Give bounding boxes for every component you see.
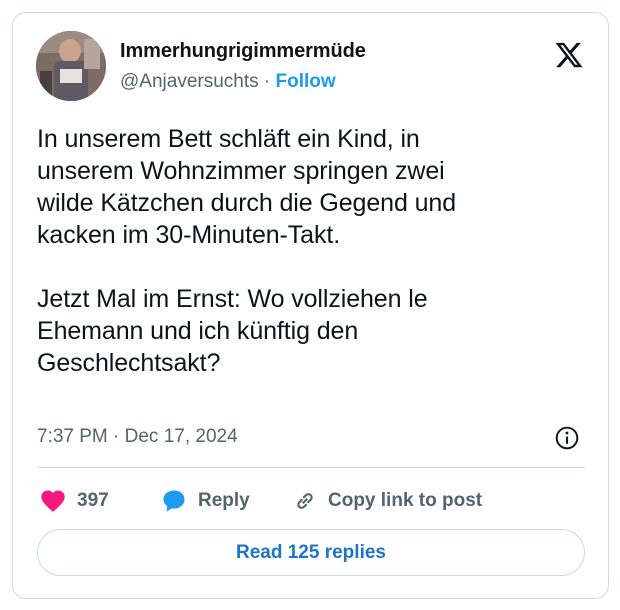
- link-icon: [297, 493, 313, 509]
- author-display-name[interactable]: Immerhungrigimmermüde: [120, 40, 366, 63]
- follow-button[interactable]: Follow: [276, 71, 336, 92]
- avatar-image: [36, 31, 106, 101]
- copy-link-label: Copy link to post: [328, 490, 483, 511]
- read-replies-button[interactable]: Read 125 replies: [37, 529, 585, 576]
- tweet-text: In unserem Bett schläft ein Kind, in uns…: [37, 123, 597, 379]
- tweet-line: kacken im 30-Minuten-Takt.: [37, 221, 341, 249]
- copy-link-button[interactable]: Copy link to post: [292, 481, 482, 521]
- like-count: 397: [77, 490, 109, 511]
- tweet-timestamp[interactable]: 7:37 PM · Dec 17, 2024: [37, 426, 238, 448]
- reply-bubble-icon: [163, 490, 185, 512]
- tweet-card: Immerhungrigimmermüde @Anjaversuchts · F…: [12, 12, 609, 599]
- avatar[interactable]: [36, 31, 106, 101]
- x-logo-icon[interactable]: [554, 40, 584, 70]
- tweet-line: Jetzt Mal im Ernst: Wo vollziehen le: [37, 285, 428, 313]
- tweet-line: In unserem Bett schläft ein Kind, in: [37, 125, 420, 153]
- tweet-line: Geschlechtsakt?: [37, 349, 221, 377]
- like-button[interactable]: 397: [39, 481, 109, 521]
- reply-button[interactable]: Reply: [160, 481, 250, 521]
- tweet-line: wilde Kätzchen durch die Gegend und: [37, 189, 457, 217]
- action-bar: 397 Reply Copy link to post: [13, 481, 608, 521]
- reply-label: Reply: [198, 490, 250, 511]
- author-meta: @Anjaversuchts · Follow: [120, 71, 336, 93]
- info-icon[interactable]: [554, 425, 580, 451]
- meta-separator: ·: [263, 71, 271, 92]
- author-handle[interactable]: @Anjaversuchts: [120, 71, 259, 92]
- tweet-line: unserem Wohnzimmer springen zwei: [37, 157, 445, 185]
- read-replies-label: Read 125 replies: [236, 541, 386, 563]
- divider: [37, 467, 585, 468]
- heart-icon: [41, 490, 65, 512]
- tweet-line: Ehemann und ich künftig den: [37, 317, 359, 345]
